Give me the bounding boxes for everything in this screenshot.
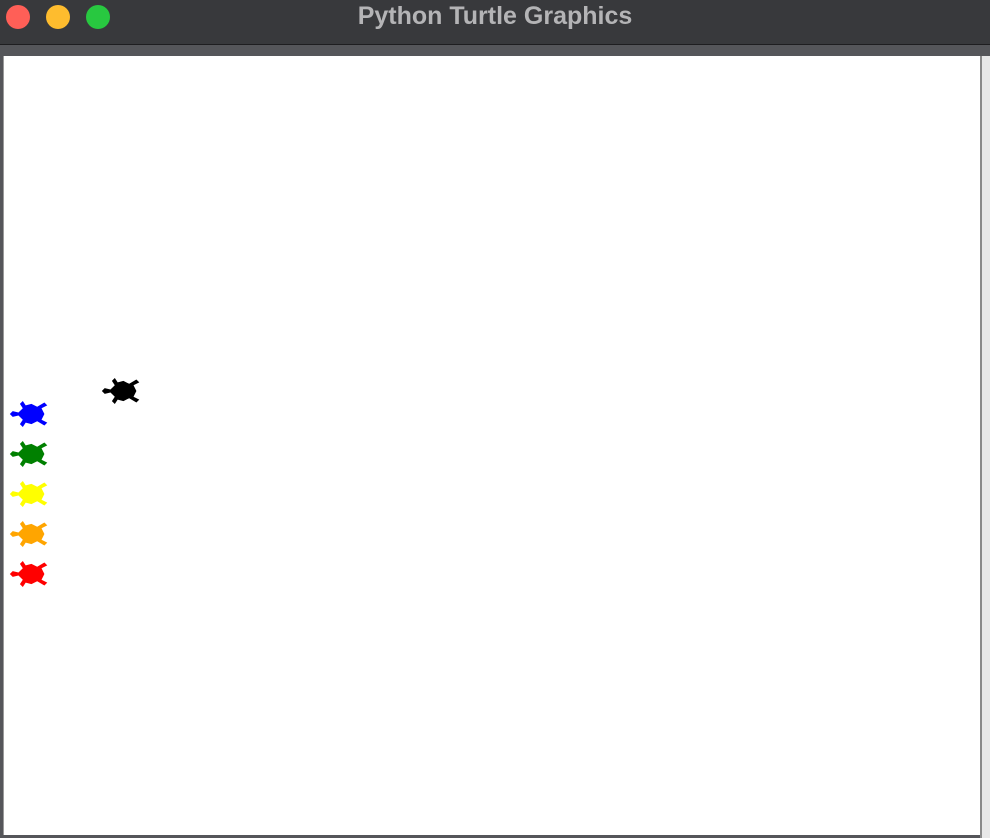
window-title: Python Turtle Graphics <box>357 2 633 30</box>
turtle-icon-orange <box>9 521 48 547</box>
turtle-icon-green <box>9 441 48 467</box>
turtle-icon-red <box>9 561 48 587</box>
turtle-icon-blue <box>9 401 48 427</box>
turtle-icon-yellow <box>9 481 48 507</box>
title-bar[interactable]: Python Turtle Graphics <box>0 0 990 45</box>
turtle-canvas[interactable] <box>3 56 980 835</box>
turtle-window: Python Turtle Graphics <box>0 0 990 838</box>
turtle-icon-black <box>101 378 140 404</box>
window-resize-edge[interactable] <box>980 56 990 838</box>
window-frame <box>0 45 990 838</box>
